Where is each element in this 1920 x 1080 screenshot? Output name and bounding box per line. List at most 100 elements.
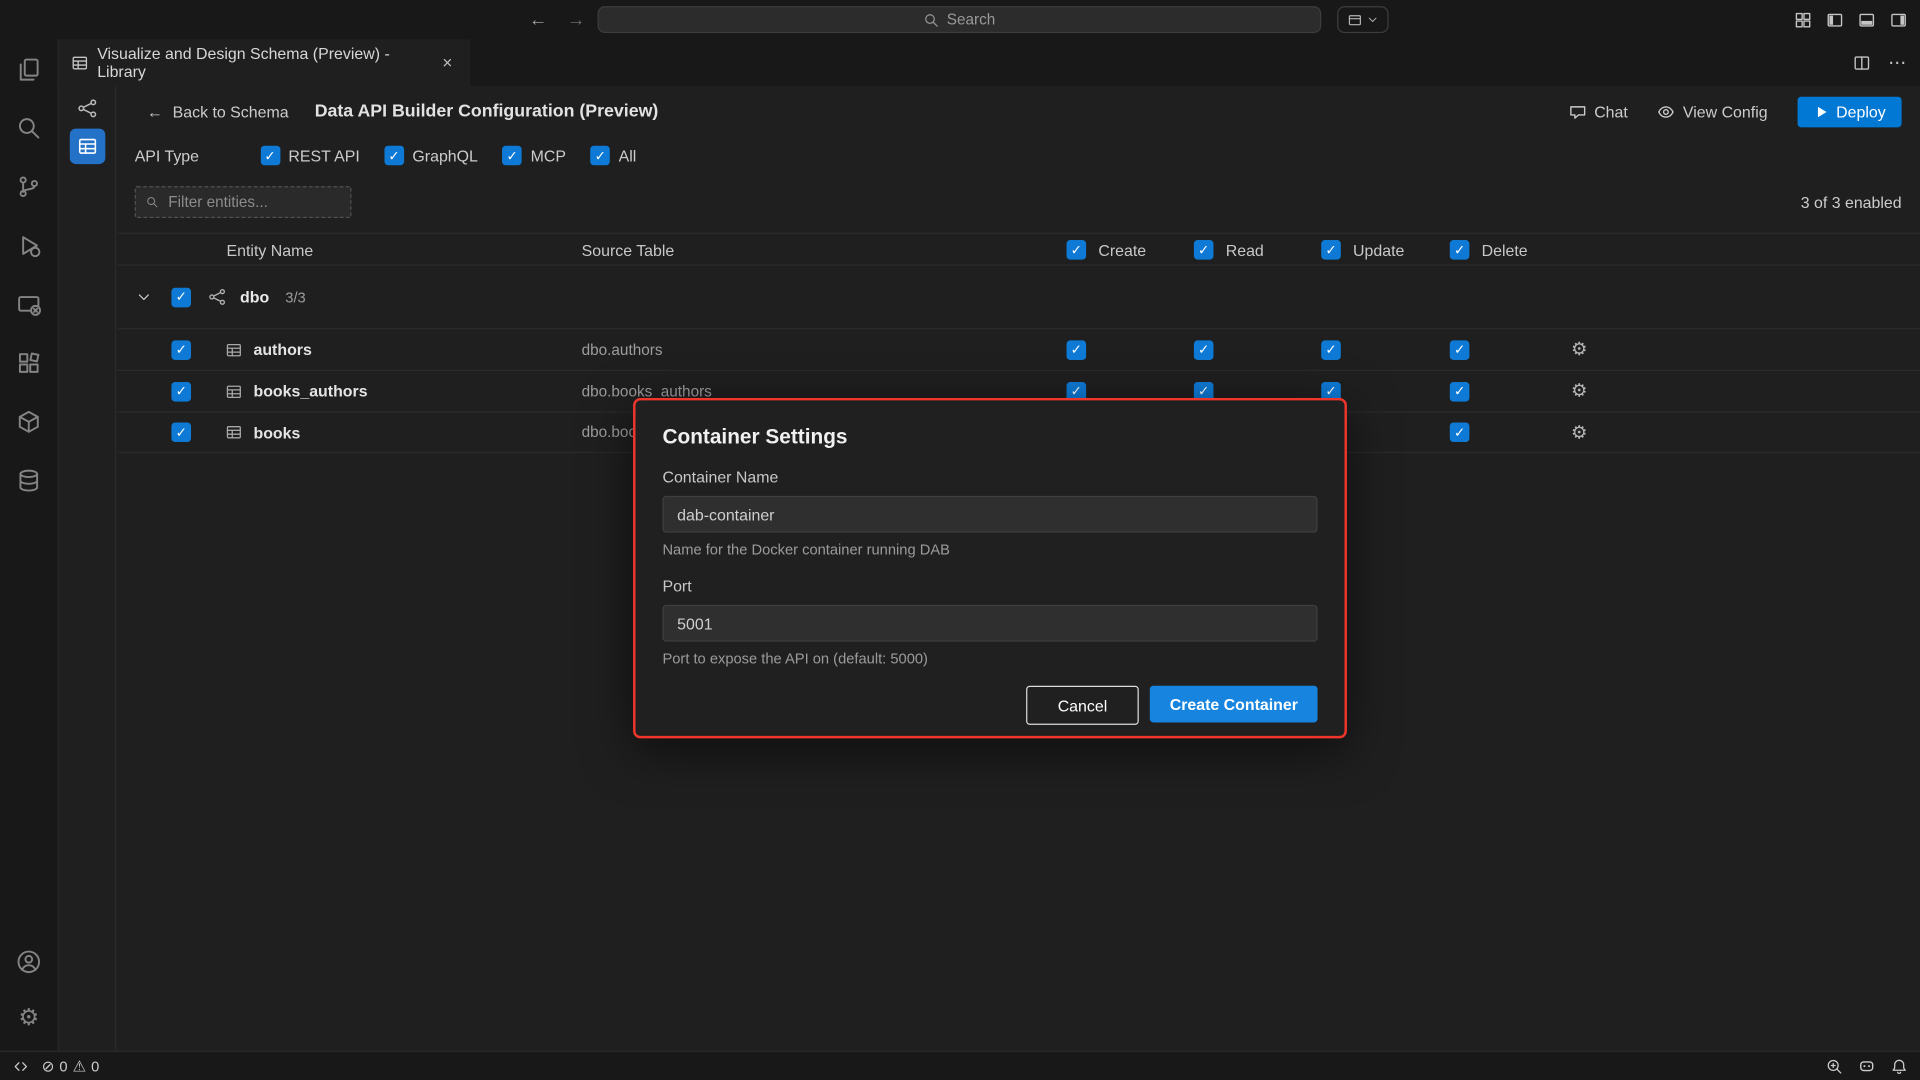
session-icon bbox=[1347, 12, 1363, 28]
rest-api-label: REST API bbox=[288, 146, 359, 164]
read-all-checkbox[interactable] bbox=[1194, 240, 1214, 260]
toggle-sidebar-icon[interactable] bbox=[1826, 10, 1844, 28]
port-input[interactable] bbox=[662, 605, 1317, 642]
remote-indicator-icon[interactable] bbox=[12, 1057, 29, 1074]
tab-schema-icon bbox=[71, 53, 89, 71]
errors-count: 0 bbox=[59, 1057, 67, 1074]
group-checkbox[interactable] bbox=[171, 287, 191, 307]
session-dropdown-button[interactable] bbox=[1337, 6, 1388, 33]
copilot-status-icon[interactable] bbox=[1858, 1057, 1876, 1075]
enabled-summary: 3 of 3 enabled bbox=[1801, 186, 1902, 218]
mcp-checkbox[interactable] bbox=[502, 146, 522, 166]
warnings-icon: ⚠ bbox=[72, 1057, 86, 1075]
layout-grid-icon[interactable] bbox=[1794, 10, 1812, 28]
rest-api-option[interactable]: REST API bbox=[260, 146, 360, 166]
tab-bar: Visualize and Design Schema (Preview) - … bbox=[59, 39, 1920, 86]
warnings-count: 0 bbox=[91, 1057, 99, 1074]
filter-search-icon bbox=[146, 195, 159, 210]
port-help: Port to expose the API on (default: 5000… bbox=[662, 650, 1317, 667]
zoom-indicator-icon[interactable] bbox=[1826, 1057, 1843, 1074]
row-settings-gear-icon[interactable]: ⚙ bbox=[1571, 371, 1587, 411]
container-name-input[interactable] bbox=[662, 496, 1317, 533]
group-count: 3/3 bbox=[285, 266, 305, 328]
create-all-checkbox[interactable] bbox=[1067, 240, 1087, 260]
api-type-filter: API Type REST API GraphQL MCP All bbox=[135, 140, 637, 172]
schema-designer-icon[interactable] bbox=[59, 91, 117, 125]
api-type-label: API Type bbox=[135, 146, 199, 164]
toggle-secondary-sidebar-icon[interactable] bbox=[1889, 10, 1907, 28]
connections-icon[interactable] bbox=[0, 451, 58, 510]
settings-gear-icon[interactable]: ⚙ bbox=[0, 989, 58, 1045]
create-container-button[interactable]: Create Container bbox=[1150, 686, 1317, 723]
row-checkbox[interactable] bbox=[171, 381, 191, 401]
toggle-panel-icon[interactable] bbox=[1858, 10, 1876, 28]
all-label: All bbox=[619, 146, 637, 164]
cancel-button[interactable]: Cancel bbox=[1026, 686, 1139, 725]
tab-visualize-schema[interactable]: Visualize and Design Schema (Preview) - … bbox=[59, 39, 470, 86]
row-checkbox[interactable] bbox=[171, 422, 191, 442]
group-name: dbo bbox=[240, 266, 269, 328]
col-delete: Delete bbox=[1482, 234, 1528, 266]
row-checkbox[interactable] bbox=[171, 340, 191, 360]
all-option[interactable]: All bbox=[590, 146, 636, 166]
vscode-window: ← → Search Visualize and Design Schema (… bbox=[0, 0, 1920, 1080]
source-control-icon[interactable] bbox=[0, 157, 58, 216]
graphql-option[interactable]: GraphQL bbox=[384, 146, 478, 166]
create-checkbox[interactable] bbox=[1067, 340, 1087, 360]
port-label: Port bbox=[662, 577, 1317, 595]
read-checkbox[interactable] bbox=[1194, 340, 1214, 360]
table-icon bbox=[225, 329, 242, 369]
chevron-down-icon bbox=[1367, 13, 1379, 25]
entity-name: authors bbox=[253, 329, 311, 369]
back-to-schema-link[interactable]: ← Back to Schema bbox=[147, 93, 289, 130]
editor-more-actions-icon[interactable]: ⋯ bbox=[1888, 51, 1908, 73]
account-icon[interactable] bbox=[0, 933, 58, 989]
schema-group-row: dbo 3/3 bbox=[118, 266, 1920, 328]
run-debug-icon[interactable] bbox=[0, 216, 58, 275]
split-editor-icon[interactable] bbox=[1853, 53, 1871, 71]
row-settings-gear-icon[interactable]: ⚙ bbox=[1571, 329, 1587, 369]
nav-back-icon[interactable]: ← bbox=[529, 9, 547, 30]
delete-checkbox[interactable] bbox=[1450, 381, 1470, 401]
filter-entities-field[interactable] bbox=[135, 186, 352, 218]
problems-indicator[interactable]: ⊘ 0 ⚠ 0 bbox=[42, 1057, 100, 1075]
extensions-icon[interactable] bbox=[0, 333, 58, 392]
mcp-label: MCP bbox=[531, 146, 566, 164]
mcp-option[interactable]: MCP bbox=[502, 146, 566, 166]
remote-explorer-icon[interactable] bbox=[0, 274, 58, 333]
nav-forward-icon[interactable]: → bbox=[567, 9, 585, 30]
container-name-label: Container Name bbox=[662, 468, 1317, 486]
delete-all-checkbox[interactable] bbox=[1450, 240, 1470, 260]
back-arrow-icon: ← bbox=[147, 102, 163, 120]
status-bar: ⊘ 0 ⚠ 0 bbox=[0, 1051, 1920, 1080]
graphql-label: GraphQL bbox=[412, 146, 477, 164]
filter-entities-input[interactable] bbox=[166, 192, 341, 212]
delete-checkbox[interactable] bbox=[1450, 422, 1470, 442]
row-settings-gear-icon[interactable]: ⚙ bbox=[1571, 413, 1587, 452]
table-header: Entity Name Source Table Create Read Upd… bbox=[118, 233, 1920, 266]
search-label: Search bbox=[947, 11, 996, 28]
col-source-table: Source Table bbox=[582, 234, 675, 266]
search-icon[interactable] bbox=[0, 98, 58, 157]
col-read: Read bbox=[1226, 234, 1264, 266]
view-config-label: View Config bbox=[1683, 102, 1768, 120]
expand-chevron-icon[interactable] bbox=[136, 266, 152, 328]
col-update: Update bbox=[1353, 234, 1404, 266]
delete-checkbox[interactable] bbox=[1450, 340, 1470, 360]
graphql-checkbox[interactable] bbox=[384, 146, 404, 166]
explorer-icon[interactable] bbox=[0, 39, 58, 98]
rest-api-checkbox[interactable] bbox=[260, 146, 280, 166]
database-projects-icon[interactable] bbox=[0, 392, 58, 451]
update-all-checkbox[interactable] bbox=[1321, 240, 1341, 260]
notifications-bell-icon[interactable] bbox=[1891, 1057, 1908, 1074]
command-search[interactable]: Search bbox=[598, 6, 1322, 33]
container-settings-dialog: Container Settings Container Name Name f… bbox=[633, 398, 1347, 738]
close-tab-icon[interactable]: × bbox=[437, 51, 458, 73]
chat-button[interactable]: Chat bbox=[1568, 102, 1627, 120]
update-checkbox[interactable] bbox=[1321, 340, 1341, 360]
table-icon bbox=[225, 413, 242, 452]
dab-config-icon[interactable] bbox=[70, 129, 106, 165]
all-checkbox[interactable] bbox=[590, 146, 610, 166]
view-config-button[interactable]: View Config bbox=[1657, 102, 1767, 120]
deploy-button[interactable]: Deploy bbox=[1797, 96, 1902, 127]
